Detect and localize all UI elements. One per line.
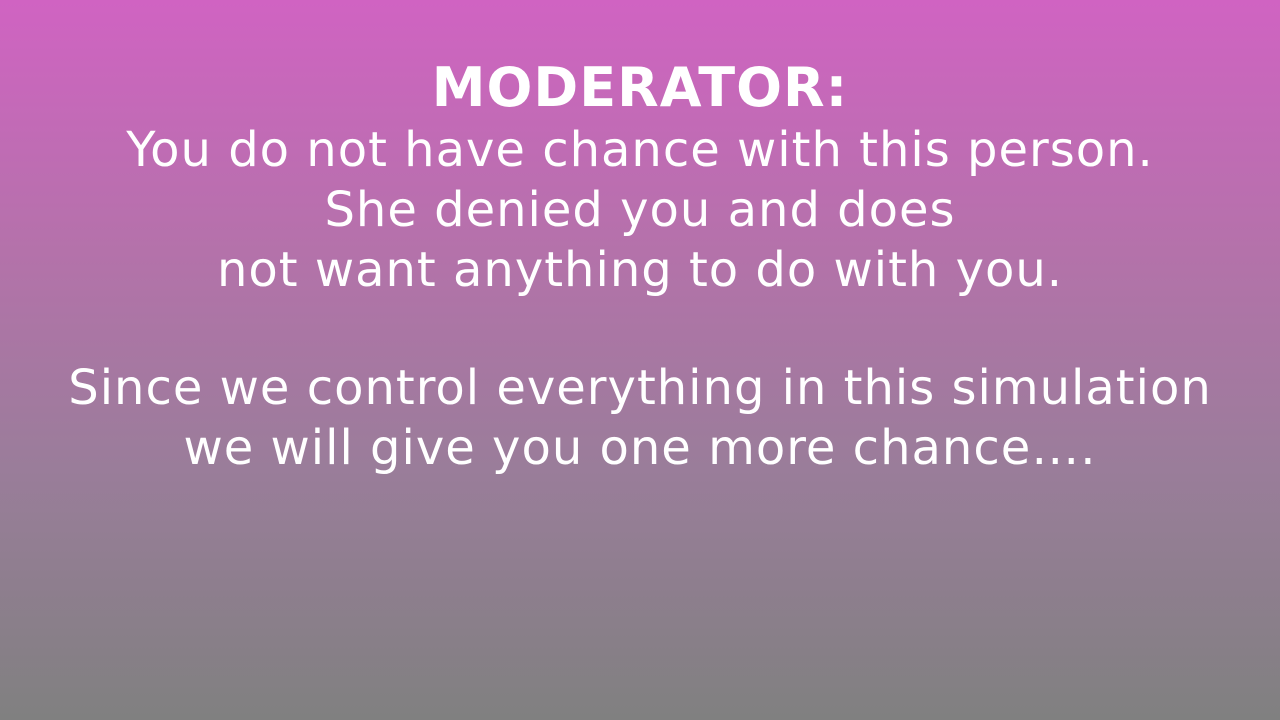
slide-content: MODERATOR: You do not have chance with t…	[0, 56, 1280, 478]
message-line-2: She denied you and does	[324, 182, 956, 238]
slide: MODERATOR: You do not have chance with t…	[0, 0, 1280, 720]
message-line-5: we will give you one more chance….	[183, 420, 1097, 476]
message-line-4: Since we control everything in this simu…	[68, 360, 1212, 416]
message-line-3: not want anything to do with you.	[216, 242, 1064, 298]
message-line-1: You do not have chance with this person.	[126, 122, 1154, 178]
slide-title: MODERATOR:	[431, 56, 849, 119]
